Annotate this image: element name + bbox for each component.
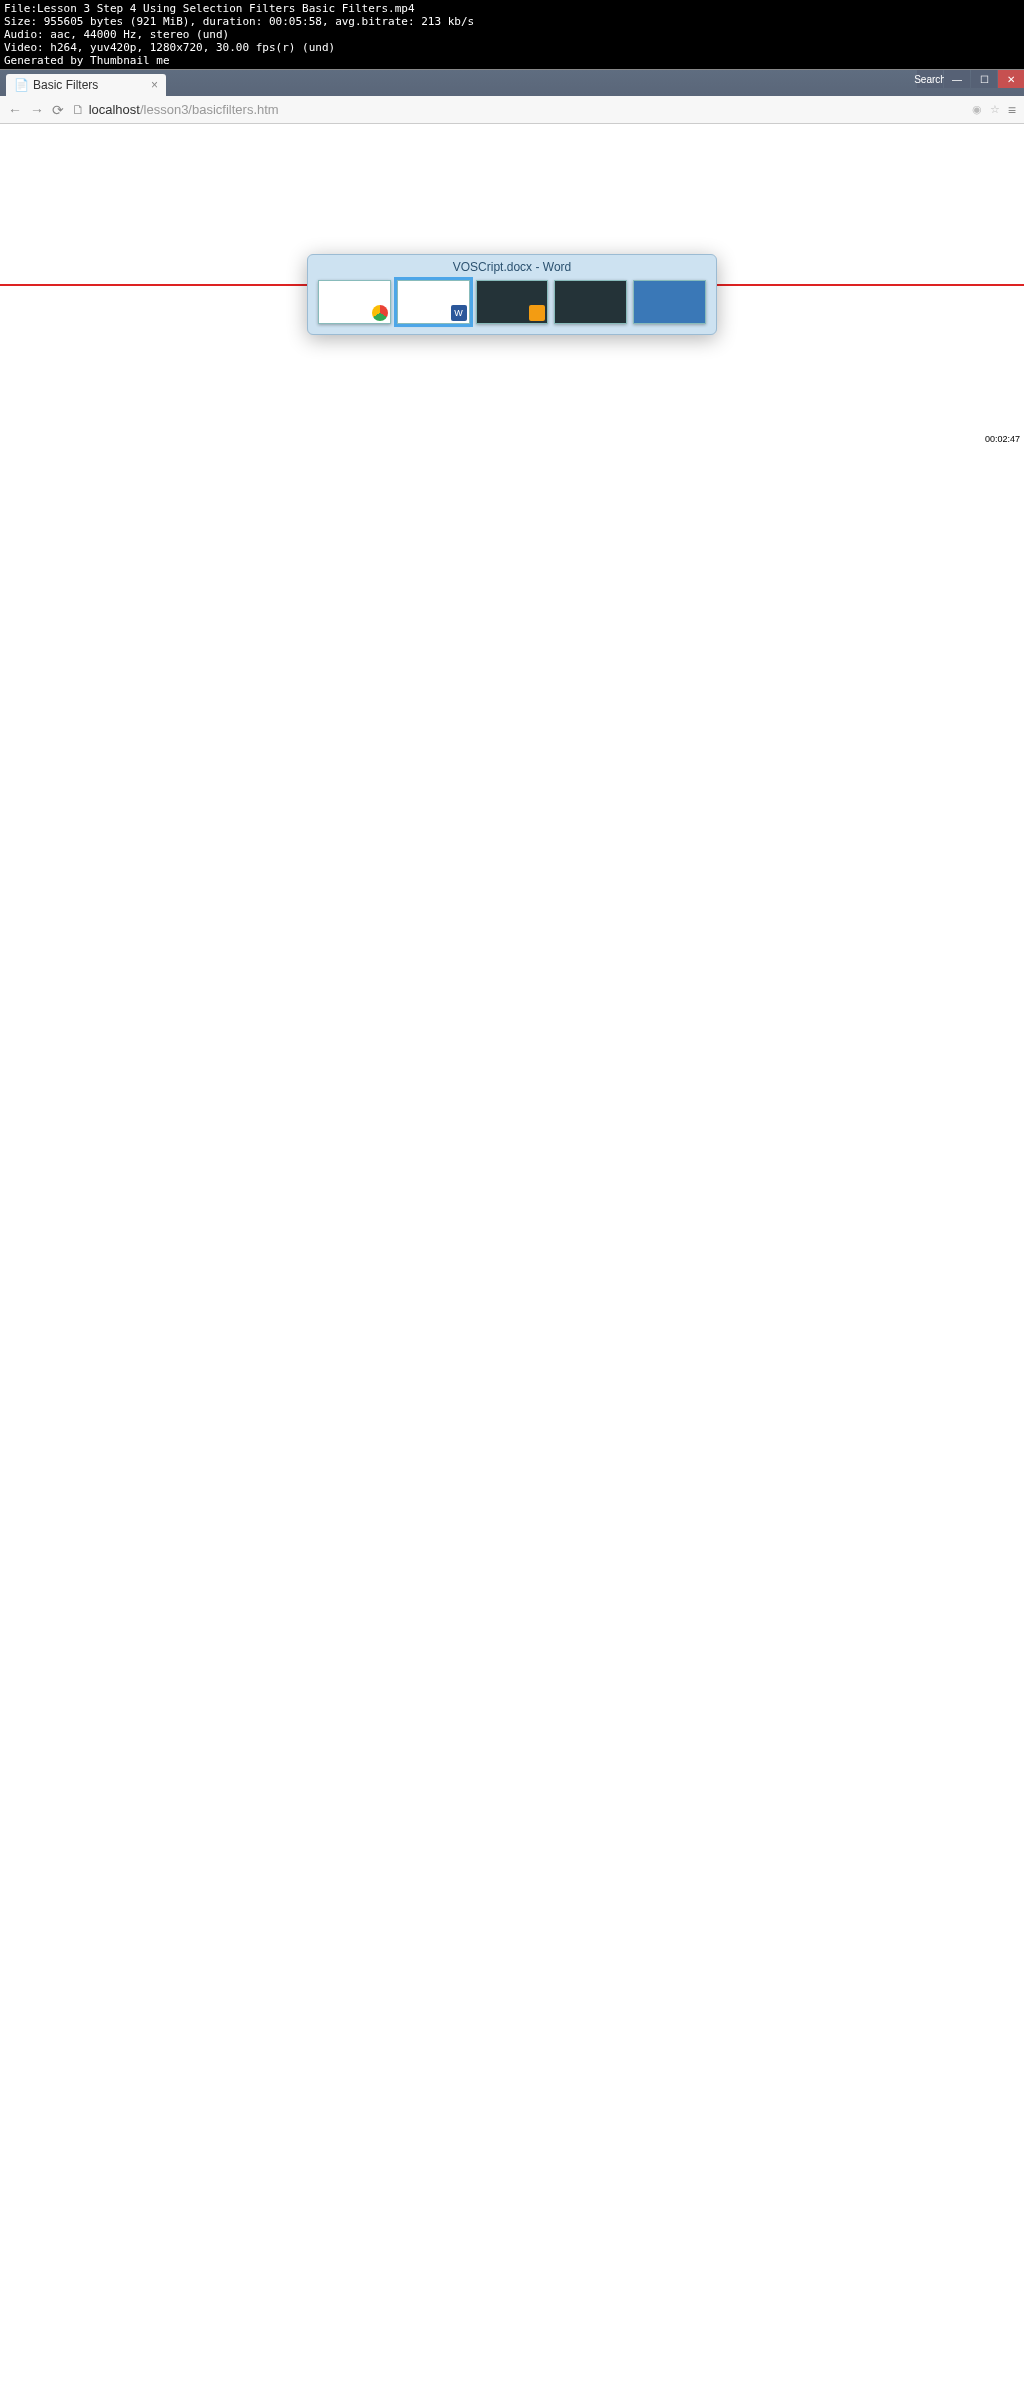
chrome-tabstrip: 📄 Basic Filters × Search — ☐ ✕ (0, 70, 1024, 96)
chrome-window: 📄 Basic Filters × Search — ☐ ✕ ← → ⟳ 🗋 l… (0, 69, 1024, 444)
window-controls: Search — ☐ ✕ (916, 70, 1024, 88)
url-path: /lesson3/basicfilters.htm (140, 102, 279, 117)
close-button[interactable]: ✕ (998, 70, 1024, 88)
menu-icon[interactable]: ≡ (1008, 102, 1016, 118)
console-line: Size: 955605 bytes (921 MiB), duration: … (4, 15, 1020, 28)
switcher-thumb-desktop[interactable] (633, 280, 706, 324)
console-line: Video: h264, yuv420p, 1280x720, 30.00 fp… (4, 41, 1020, 54)
search-button[interactable]: Search (917, 70, 943, 88)
url-host: localhost (89, 102, 140, 117)
console-line: Generated by Thumbnail me (4, 54, 1020, 67)
page-icon: 📄 (14, 78, 29, 92)
word-icon: W (451, 305, 467, 321)
forward-button[interactable]: → (30, 102, 44, 118)
chrome-toolbar: ← → ⟳ 🗋 localhost/lesson3/basicfilters.h… (0, 96, 1024, 124)
close-tab-icon[interactable]: × (151, 78, 158, 92)
minimize-button[interactable]: — (944, 70, 970, 88)
alt-tab-switcher[interactable]: VOSCript.docx - Word W (307, 254, 717, 335)
chrome-tab-active[interactable]: 📄 Basic Filters × (6, 74, 166, 96)
switcher-title: VOSCript.docx - Word (318, 260, 706, 274)
address-bar[interactable]: 🗋 localhost/lesson3/basicfilters.htm (72, 102, 964, 117)
switcher-thumb-sublime[interactable] (476, 280, 549, 324)
switcher-thumbs: W (318, 280, 706, 324)
switcher-thumb-word[interactable]: W (397, 280, 470, 324)
reload-button[interactable]: ⟳ (52, 102, 64, 118)
chrome-viewport: VOSCript.docx - Word W 00:02:47 (0, 124, 1024, 444)
console-line: File:Lesson 3 Step 4 Using Selection Fil… (4, 2, 1020, 15)
tab-title: Basic Filters (33, 78, 98, 92)
video-info-console: File:Lesson 3 Step 4 Using Selection Fil… (0, 0, 1024, 69)
maximize-button[interactable]: ☐ (971, 70, 997, 88)
chrome-icon (372, 305, 388, 321)
timestamp: 00:02:47 (985, 434, 1020, 444)
switcher-thumb-chrome[interactable] (318, 280, 391, 324)
switcher-thumb-app[interactable] (554, 280, 627, 324)
sublime-icon (529, 305, 545, 321)
voice-search-icon[interactable]: ◉ (972, 103, 982, 116)
console-line: Audio: aac, 44000 Hz, stereo (und) (4, 28, 1020, 41)
bookmark-icon[interactable]: ☆ (990, 103, 1000, 116)
back-button[interactable]: ← (8, 102, 22, 118)
page-icon: 🗋 (72, 102, 89, 117)
